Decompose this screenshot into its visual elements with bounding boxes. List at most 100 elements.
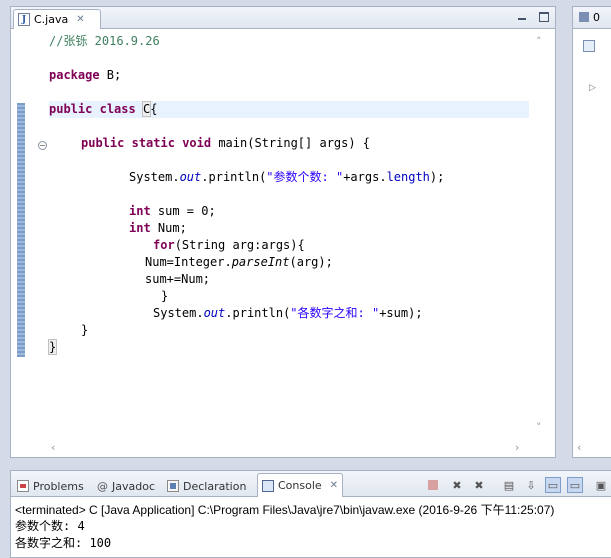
console-icon [262, 479, 274, 492]
tab-console[interactable]: Console ✕ [257, 473, 344, 497]
code-text: +args. [343, 170, 387, 184]
java-file-icon: J [18, 13, 30, 26]
remove-all-icon: ✖ [474, 478, 484, 492]
show-on-stdout-button[interactable]: ▭ [545, 477, 561, 493]
horizontal-scrollbar[interactable]: ‹ › [49, 441, 529, 455]
maximize-icon[interactable] [539, 12, 549, 22]
code-text: sum = 0; [150, 204, 216, 218]
code-text-area[interactable]: //张铄 2016.9.26 package B; public class C… [47, 33, 529, 433]
code-line-14: Num=Integer.parseInt(arg); [145, 254, 333, 271]
package-icon[interactable] [583, 40, 595, 52]
code-text: System. [129, 170, 180, 184]
code-keyword: void [182, 136, 212, 150]
view-tab-bar: Problems @ Javadoc Declaration Console ✕… [11, 471, 611, 497]
tree-expand-icon[interactable]: ▷ [589, 83, 596, 93]
pin-console-button[interactable]: ▣ [593, 477, 609, 493]
code-text: System. [153, 306, 204, 320]
code-keyword: static [131, 136, 175, 150]
code-text: B; [99, 68, 122, 82]
code-static-method: parseInt [231, 255, 290, 269]
code-line-9: System.out.println("参数个数: "+args.length)… [129, 169, 444, 186]
scroll-lock-button[interactable]: ⇩ [523, 477, 539, 493]
code-text: .println( [201, 170, 267, 184]
at-icon: @ [97, 480, 108, 493]
problems-icon [17, 480, 29, 492]
outline-tab-label[interactable]: 0 [593, 11, 600, 24]
terminate-button[interactable] [425, 477, 441, 493]
code-string: "各数字之和: " [290, 306, 380, 320]
vertical-scrollbar[interactable]: ˄ ˅ [533, 33, 547, 437]
code-keyword: int [129, 204, 151, 218]
tab-label: Javadoc [112, 479, 155, 493]
code-keyword: int [129, 221, 151, 235]
code-text: Num=Integer. [145, 255, 232, 269]
code-field: out [203, 306, 226, 320]
scroll-up-icon[interactable]: ˄ [536, 35, 542, 48]
editor-area: J C.java ✕ − //张铄 2016.9.26 package B; p… [10, 6, 556, 458]
minimize-icon[interactable] [516, 12, 528, 23]
remove-icon: ✖ [452, 478, 462, 492]
code-text: } [81, 323, 89, 337]
code-line-19: } [47, 339, 58, 356]
tab-label: Declaration [183, 479, 247, 493]
code-line-17: System.out.println("各数字之和: "+sum); [153, 305, 423, 322]
scroll-left-icon[interactable]: ‹ [577, 441, 581, 454]
code-comment: //张铄 2016.9.26 [49, 34, 160, 48]
scroll-right-icon[interactable]: › [515, 441, 519, 454]
code-keyword: public [49, 102, 93, 116]
editor-tab-label: C.java [34, 13, 69, 26]
code-text: Num; [150, 221, 187, 235]
code-text: .println( [225, 306, 291, 320]
editor-tab-c-java[interactable]: J C.java ✕ [13, 9, 101, 29]
remove-all-button[interactable]: ✖ [471, 477, 487, 493]
code-line-5-current: public class C{ [49, 101, 529, 118]
stderr-icon: ▭ [569, 478, 581, 492]
pin-icon: ▣ [595, 478, 607, 492]
scroll-lock-icon: ⇩ [526, 478, 536, 492]
code-text: } [161, 289, 169, 303]
show-on-stderr-button[interactable]: ▭ [567, 477, 583, 493]
close-icon[interactable]: ✕ [76, 14, 84, 25]
console-area: Problems @ Javadoc Declaration Console ✕… [10, 470, 611, 558]
code-text: } [47, 339, 58, 355]
stop-icon [428, 480, 438, 490]
console-output[interactable]: <terminated> C [Java Application] C:\Pro… [15, 501, 554, 552]
editor-tab-bar: J C.java ✕ [11, 7, 555, 29]
code-field: length [386, 170, 430, 184]
clear-icon: ▤ [503, 478, 515, 492]
remove-launch-button[interactable]: ✖ [449, 477, 465, 493]
tab-label: Problems [33, 479, 84, 493]
code-keyword: for [153, 238, 175, 252]
code-keyword: public [81, 136, 125, 150]
outline-icon [579, 12, 589, 22]
declaration-icon [167, 480, 179, 492]
console-status-label: <terminated> C [Java Application] C:\Pro… [15, 503, 555, 517]
fold-collapse-icon[interactable]: − [38, 141, 47, 150]
outline-view: 0 ▷ ‹ [572, 6, 611, 458]
code-line-18: } [81, 322, 88, 339]
code-keyword: class [99, 102, 136, 116]
scroll-left-icon[interactable]: ‹ [51, 441, 55, 454]
tab-javadoc[interactable]: @ Javadoc [97, 476, 155, 496]
code-keyword: package [49, 68, 100, 82]
code-line-13: for(String arg:args){ [153, 237, 305, 254]
outline-tab-bar: 0 [573, 7, 611, 29]
code-line-12: int Num; [129, 220, 187, 237]
tab-problems[interactable]: Problems [17, 476, 84, 496]
code-line-15: sum+=Num; [145, 271, 210, 288]
code-text: (arg); [289, 255, 333, 269]
code-text: ); [429, 170, 445, 184]
tab-label: Console [278, 479, 322, 492]
change-ruler [17, 103, 25, 357]
code-string: "参数个数: " [266, 170, 344, 184]
clear-console-button[interactable]: ▤ [501, 477, 517, 493]
code-line-3: package B; [49, 67, 121, 84]
tab-declaration[interactable]: Declaration [167, 476, 246, 496]
close-icon[interactable]: ✕ [330, 480, 338, 491]
scroll-down-icon[interactable]: ˅ [536, 421, 542, 434]
code-line-16: } [161, 288, 168, 305]
code-text: (String arg:args){ [174, 238, 305, 252]
code-line-7: public static void main(String[] args) { [81, 135, 370, 152]
console-output-line: 各数字之和: 100 [15, 536, 112, 550]
code-field: out [179, 170, 202, 184]
